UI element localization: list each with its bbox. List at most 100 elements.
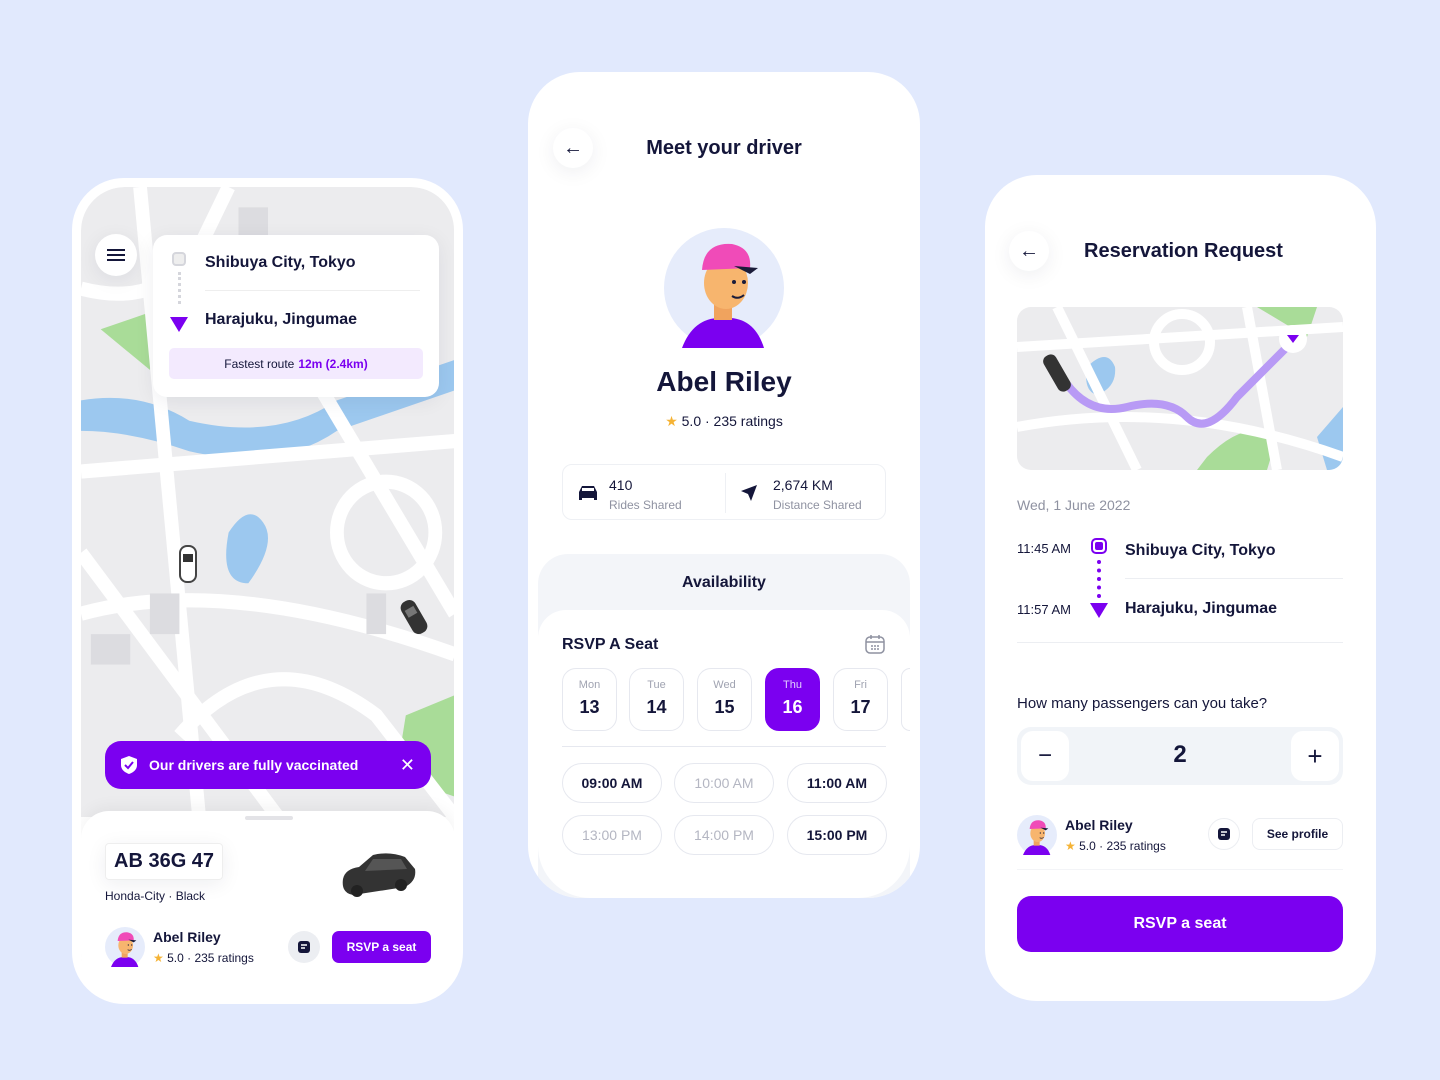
- drag-handle[interactable]: [245, 816, 293, 820]
- day-wed[interactable]: Wed 15: [697, 668, 752, 731]
- divider: [1017, 642, 1343, 643]
- day-name: Mon: [578, 679, 601, 691]
- increment-button[interactable]: +: [1291, 731, 1339, 781]
- origin-text: Shibuya City, Tokyo: [205, 254, 356, 271]
- day-name: Thu: [783, 679, 802, 691]
- calendar-icon[interactable]: [864, 633, 886, 655]
- divider: [725, 473, 726, 513]
- driver-avatar: [105, 927, 145, 967]
- driver-name: Abel Riley: [656, 366, 792, 397]
- distance-shared-value: 2,674 KM: [773, 477, 833, 493]
- driver-avatar: [1017, 815, 1057, 855]
- vaccinated-banner: Our drivers are fully vaccinated ✕: [105, 741, 431, 789]
- close-icon[interactable]: ✕: [400, 755, 415, 776]
- slot-1500[interactable]: 15:00 PM: [787, 815, 887, 855]
- driver-rating: ★ 5.0 · 235 ratings: [153, 951, 254, 965]
- back-button[interactable]: ←: [1009, 231, 1049, 271]
- slot-1300[interactable]: 13:00 PM: [562, 815, 662, 855]
- rating-text: 5.0 · 235 ratings: [681, 413, 783, 429]
- destination-marker-icon: [170, 317, 188, 332]
- day-date: 17: [850, 697, 871, 717]
- see-profile-button[interactable]: See profile: [1252, 818, 1343, 850]
- driver-name: Abel Riley: [1065, 817, 1133, 833]
- route-map[interactable]: [1017, 307, 1343, 470]
- rating-text: 5.0 · 235 ratings: [167, 951, 254, 965]
- car-marker-icon: [179, 545, 197, 583]
- rsvp-seat-button[interactable]: RSVP a seat: [332, 931, 431, 963]
- plus-icon: +: [1307, 740, 1323, 771]
- divider: [205, 290, 420, 291]
- day-thu[interactable]: Thu 16: [765, 668, 820, 731]
- divider: [1125, 578, 1343, 579]
- star-icon: ★: [665, 413, 678, 429]
- car-image: [342, 853, 416, 897]
- pickup-marker-icon: [1091, 538, 1107, 554]
- origin-marker-icon: [172, 252, 186, 266]
- passengers-question: How many passengers can you take?: [1017, 695, 1268, 712]
- day-next-partial[interactable]: [901, 668, 910, 731]
- divider: [562, 746, 886, 747]
- distance-shared-label: Distance Shared: [773, 498, 862, 512]
- rides-shared-label: Rides Shared: [609, 498, 682, 512]
- page-title: Meet your driver: [646, 137, 802, 159]
- screen-ride-map: Shibuya City, Tokyo Harajuku, Jingumae F…: [72, 178, 463, 1004]
- shield-check-icon: [121, 756, 137, 774]
- chat-button[interactable]: [288, 931, 320, 963]
- day-name: Wed: [713, 679, 736, 691]
- day-mon[interactable]: Mon 13: [562, 668, 617, 731]
- day-date: 13: [579, 697, 600, 717]
- driver-rating: ★ 5.0 · 235 ratings: [528, 413, 920, 430]
- day-date: 14: [646, 697, 667, 717]
- dropoff-place: Harajuku, Jingumae: [1125, 600, 1278, 617]
- slot-0900[interactable]: 09:00 AM: [562, 763, 662, 803]
- day-tue[interactable]: Tue 14: [629, 668, 684, 731]
- availability-title: Availability: [682, 574, 766, 591]
- destination-marker-icon: [1090, 603, 1108, 618]
- car-details: Honda-City · Black: [105, 889, 206, 903]
- slot-1100[interactable]: 11:00 AM: [787, 763, 887, 803]
- driver-name: Abel Riley: [153, 929, 221, 945]
- pickup-time: 11:45 AM: [1017, 541, 1071, 556]
- driver-avatar: [664, 228, 784, 348]
- day-fri[interactable]: Fri 17: [833, 668, 888, 731]
- car-icon: [579, 486, 597, 500]
- route-card: Shibuya City, Tokyo Harajuku, Jingumae F…: [153, 235, 439, 397]
- slot-1400[interactable]: 14:00 PM: [674, 815, 774, 855]
- driver-rating: ★ 5.0 · 235 ratings: [1065, 839, 1166, 853]
- navigation-icon: [741, 485, 757, 501]
- chat-icon: [298, 941, 310, 953]
- divider: [1017, 869, 1343, 870]
- passenger-stepper: − 2 +: [1017, 727, 1343, 785]
- day-name: Fri: [854, 679, 867, 691]
- hamburger-icon: [107, 249, 125, 261]
- star-icon: ★: [153, 951, 164, 965]
- rides-shared-value: 410: [609, 477, 633, 493]
- rsvp-title: RSVP A Seat: [562, 636, 659, 653]
- page-title: Reservation Request: [1084, 240, 1283, 262]
- license-plate: AB 36G 47: [105, 843, 224, 880]
- route-label: Fastest route: [224, 356, 295, 371]
- day-date: 16: [782, 697, 803, 717]
- screen-reservation-request: ← Reservation Request Wed, 1 June 2022 1…: [985, 175, 1376, 1001]
- chat-icon: [1218, 828, 1230, 840]
- rating-text: 5.0 · 235 ratings: [1079, 839, 1166, 853]
- chat-button[interactable]: [1208, 818, 1240, 850]
- stats-card: 410 Rides Shared 2,674 KM Distance Share…: [562, 464, 886, 520]
- pickup-place: Shibuya City, Tokyo: [1125, 542, 1276, 559]
- banner-text: Our drivers are fully vaccinated: [149, 757, 359, 773]
- trip-date: Wed, 1 June 2022: [1017, 497, 1131, 513]
- dropoff-time: 11:57 AM: [1017, 602, 1071, 617]
- route-value: 12m (2.4km): [298, 356, 368, 371]
- rsvp-seat-button[interactable]: RSVP a seat: [1017, 896, 1343, 952]
- route-dots: [178, 272, 181, 304]
- bottom-sheet: AB 36G 47 Honda-City · Black Abel Riley …: [81, 811, 454, 995]
- destination-text: Harajuku, Jingumae: [205, 311, 358, 328]
- route-dots: [1097, 560, 1101, 598]
- arrow-left-icon: ←: [1019, 239, 1039, 262]
- day-date: 15: [714, 697, 735, 717]
- fastest-route-badge: Fastest route 12m (2.4km): [169, 348, 423, 379]
- day-name: Tue: [647, 679, 666, 691]
- slot-1000[interactable]: 10:00 AM: [674, 763, 774, 803]
- star-icon: ★: [1065, 839, 1076, 853]
- menu-button[interactable]: [95, 234, 137, 276]
